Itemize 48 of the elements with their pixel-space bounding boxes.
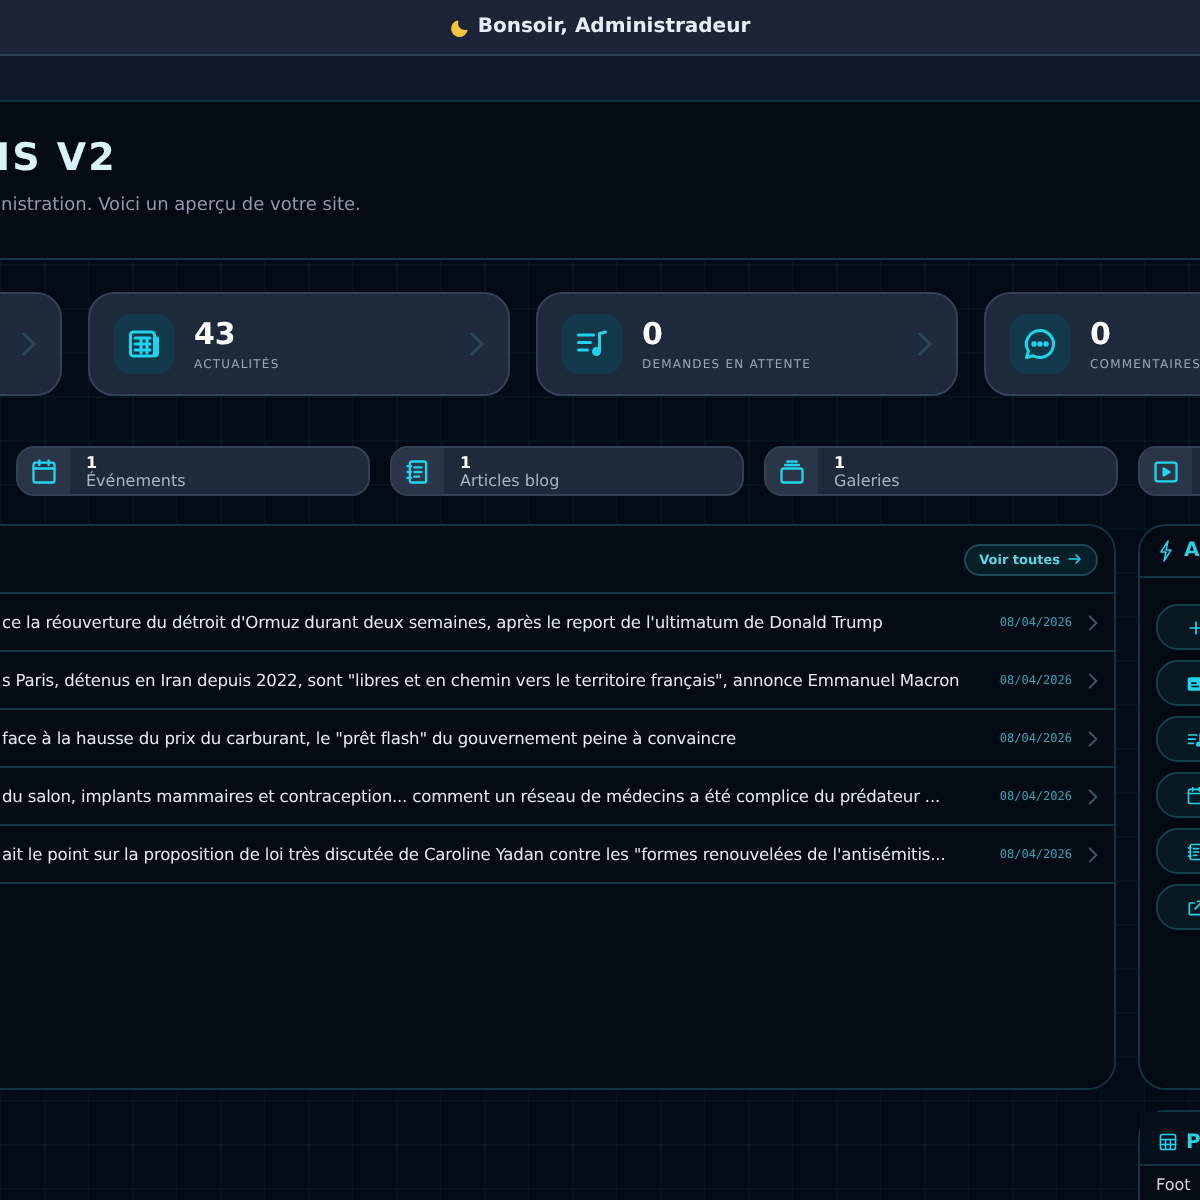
stat-value: 43 <box>194 316 236 352</box>
stat-value: 0 <box>642 316 663 352</box>
chevron-right-icon <box>1088 787 1098 805</box>
mini-stat-card[interactable]: 1 Événements <box>16 446 370 496</box>
notebook-icon <box>1186 841 1200 861</box>
arrow-right-icon <box>1068 554 1082 564</box>
news-title: s Paris, détenus en Iran depuis 2022, sont "libres et en chemin vers le territoire français", annonce Emmanuel Macron <box>2 670 962 690</box>
chat-bubble-icon <box>1022 326 1058 362</box>
external-link-icon <box>1186 897 1200 917</box>
news-title: ce la réouverture du détroit d'Ormuz durant deux semaines, après le report de l'ultimatum de Donald Trump <box>2 612 885 632</box>
greeting-text: Bonsoir, Administradeur <box>477 16 751 38</box>
chevron-right-icon <box>916 332 932 356</box>
stacked-frames-icon <box>778 457 806 485</box>
calendar-icon <box>1186 785 1200 805</box>
panel-title: P <box>1186 1131 1200 1153</box>
card-icon <box>1186 673 1200 693</box>
table-icon <box>1158 1132 1178 1152</box>
page-title: IS V2 <box>0 136 119 180</box>
mini-stat-card[interactable]: 1 Galeries <box>764 446 1118 496</box>
music-list-icon <box>574 326 610 362</box>
mini-stat-value: 1 <box>834 453 846 471</box>
chevron-right-icon <box>20 332 36 356</box>
music-list-icon <box>1186 729 1200 749</box>
chevron-right-icon <box>1088 845 1098 863</box>
stat-value: 0 <box>1090 316 1111 352</box>
mini-stat-label: Articles blog <box>460 471 560 489</box>
mini-stat-label: Galeries <box>834 471 900 489</box>
mini-stat-card[interactable]: 1 Articles blog <box>390 446 744 496</box>
chevron-right-icon <box>1088 671 1098 689</box>
chevron-right-icon <box>468 332 484 356</box>
chevron-right-icon <box>1088 613 1098 631</box>
page-subtitle: inistration. Voici un aperçu de votre site. <box>0 196 363 216</box>
panel-title: A <box>1184 540 1200 562</box>
lightning-icon <box>1158 540 1174 562</box>
newspaper-icon <box>126 326 162 362</box>
news-title: ait le point sur la proposition de loi très discutée de Caroline Yadan contre les "formes renouvelées de l'antisémitis... <box>2 844 948 864</box>
panel-text: Foot <box>1154 1174 1193 1194</box>
moon-icon <box>449 17 470 37</box>
chevron-right-icon <box>1088 729 1098 747</box>
play-icon <box>1152 457 1180 485</box>
mini-stat-value: 1 <box>86 453 98 471</box>
news-title: face à la hausse du prix du carburant, le "prêt flash" du gouvernement peine à convaincre <box>2 728 739 748</box>
mini-stat-label: Événements <box>86 471 186 489</box>
notebook-icon <box>404 457 432 485</box>
news-title: du salon, implants mammaires et contraception... comment un réseau de médecins a été complice du prédateur ... <box>2 786 943 806</box>
calendar-icon <box>30 457 58 485</box>
mini-stat-value: 1 <box>460 453 472 471</box>
plus-icon <box>1186 617 1200 637</box>
